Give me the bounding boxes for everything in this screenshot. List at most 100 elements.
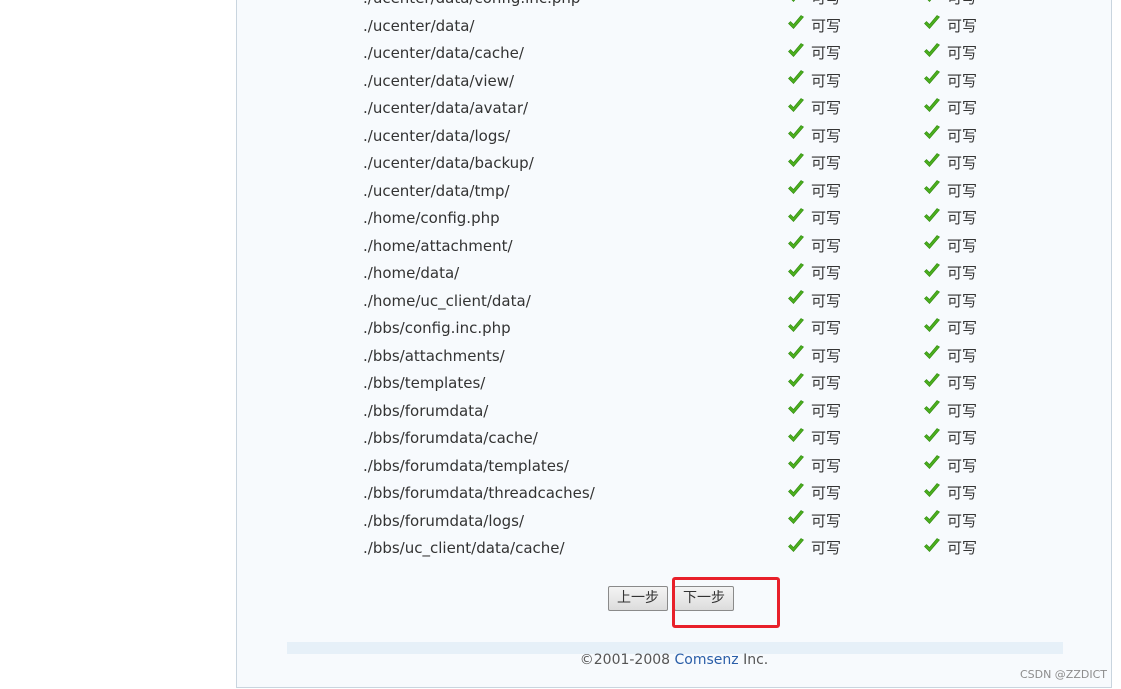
status-text: 可写 — [947, 71, 978, 90]
status-text: 可写 — [947, 209, 978, 227]
current-status: 可写 — [787, 425, 841, 453]
status-text: 可写 — [947, 0, 977, 13]
check-icon — [927, 0, 931, 2]
check-icon — [788, 290, 804, 305]
required-status: 可写 — [923, 315, 977, 343]
check-icon — [924, 510, 940, 525]
check-icon — [788, 317, 804, 332]
nav-button-bar: 上一步 下一步 — [608, 586, 734, 611]
table-row: ./ucenter/data/logs/可写 可写 — [363, 123, 1063, 151]
status-text: 可写 — [811, 346, 842, 365]
check-icon — [924, 372, 940, 387]
current-status: 可写 — [787, 370, 841, 398]
check-icon — [924, 70, 940, 85]
status-text: 可写 — [811, 16, 842, 35]
required-status: 可写 — [923, 260, 977, 288]
status-text: 可写 — [811, 291, 842, 310]
file-path: ./bbs/uc_client/data/cache/ — [363, 539, 565, 557]
current-status: 可写 — [787, 233, 841, 261]
check-icon — [924, 152, 940, 167]
file-path: ./bbs/config.inc.php — [363, 319, 511, 337]
check-icon — [788, 42, 804, 57]
check-icon — [924, 97, 940, 112]
check-icon — [924, 125, 940, 140]
required-status: 可写 — [923, 508, 977, 536]
file-path: ./ucenter/data/logs/ — [363, 126, 511, 145]
status-text: 可写 — [811, 236, 842, 255]
status-text: 可写 — [811, 456, 842, 475]
current-status: 可写 — [787, 288, 841, 316]
check-icon — [924, 537, 940, 552]
file-path: ./home/uc_client/data/ — [363, 291, 531, 310]
current-status: 可写 — [787, 535, 841, 563]
table-row: ./bbs/forumdata/可写 可写 — [363, 398, 1063, 426]
required-status: 可写 — [923, 68, 977, 96]
file-path: ./ucenter/data/cache/ — [363, 44, 524, 62]
file-path: ./ucenter/data/backup/ — [363, 154, 534, 172]
check-icon — [788, 427, 804, 442]
check-icon — [788, 372, 804, 387]
prev-step-button[interactable]: 上一步 — [608, 586, 668, 611]
required-status: 可写 — [923, 233, 977, 261]
check-icon — [924, 345, 940, 360]
required-status: 可写 — [923, 288, 977, 316]
required-status: 可写 — [923, 178, 977, 206]
status-text: 可写 — [811, 401, 842, 420]
status-text: 可写 — [947, 429, 978, 447]
check-icon — [788, 125, 804, 140]
check-icon — [924, 42, 940, 57]
current-status: 可写 — [787, 508, 841, 536]
current-status: 可写 — [787, 453, 841, 481]
status-text: 可写 — [811, 181, 842, 200]
status-text: 可写 — [811, 374, 842, 392]
file-path: ./home/config.php — [363, 209, 500, 227]
required-status: 可写 — [923, 13, 977, 41]
check-icon — [924, 455, 940, 470]
status-text: 可写 — [947, 44, 978, 62]
check-icon — [788, 537, 804, 552]
table-row: ./bbs/config.inc.php 可写 可写 — [363, 315, 1063, 343]
company-link[interactable]: Comsenz — [675, 652, 739, 668]
check-icon — [788, 482, 804, 497]
status-text: 可写 — [811, 429, 842, 447]
check-icon — [788, 345, 804, 360]
check-icon — [788, 207, 804, 222]
table-row: ./ucenter/data/view/可写 可写 — [363, 68, 1063, 96]
required-status: 可写 — [923, 205, 977, 233]
copyright-text: ©2001-2008 — [579, 652, 671, 668]
status-text: 可写 — [811, 44, 842, 62]
check-icon — [788, 180, 804, 195]
table-row: ./home/attachment/可写 可写 — [363, 233, 1063, 261]
status-text: 可写 — [947, 319, 978, 337]
table-row: ./bbs/forumdata/logs/可写 可写 — [363, 508, 1063, 536]
check-icon — [788, 15, 804, 30]
check-icon — [788, 70, 804, 85]
file-path: ./bbs/templates/ — [363, 374, 486, 392]
check-icon — [788, 510, 804, 525]
check-icon — [788, 235, 804, 250]
check-icon — [924, 207, 940, 222]
status-text: 可写 — [811, 539, 842, 557]
check-icon — [924, 290, 940, 305]
current-status: 可写 — [787, 0, 841, 13]
status-text: 可写 — [947, 154, 978, 172]
next-step-button[interactable]: 下一步 — [674, 586, 734, 611]
check-icon — [924, 482, 940, 497]
current-status: 可写 — [787, 95, 841, 123]
check-icon — [924, 427, 940, 442]
required-status: 可写 — [923, 535, 977, 563]
current-status: 可写 — [787, 13, 841, 41]
required-status: 可写 — [923, 0, 977, 13]
current-status: 可写 — [787, 40, 841, 68]
status-text: 可写 — [811, 154, 842, 172]
file-path: ./bbs/forumdata/logs/ — [363, 511, 525, 530]
status-text: 可写 — [811, 209, 842, 227]
current-status: 可写 — [787, 205, 841, 233]
current-status: 可写 — [787, 398, 841, 426]
check-icon — [788, 152, 804, 167]
table-row: ./home/data/可写 可写 — [363, 260, 1063, 288]
table-row: ./bbs/forumdata/threadcaches/可写 可写 — [363, 480, 1063, 508]
status-text: 可写 — [947, 291, 978, 310]
footer: ©2001-2008 Comsenz Inc. — [237, 652, 1111, 668]
file-path: ./bbs/forumdata/templates/ — [363, 456, 569, 475]
